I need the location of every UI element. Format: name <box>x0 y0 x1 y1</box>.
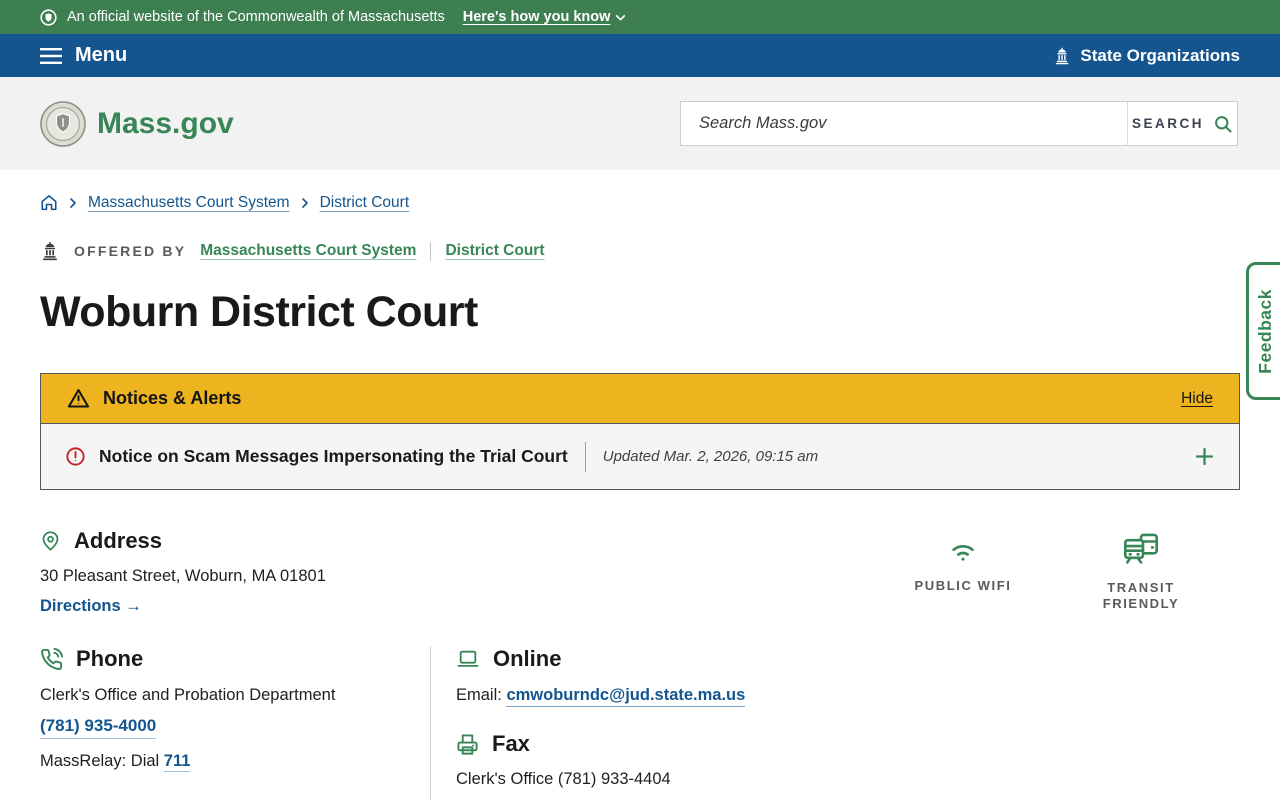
address-block: Address 30 Pleasant Street, Woburn, MA 0… <box>40 528 326 616</box>
transit-friendly-label: TRANSIT FRIENDLY <box>1102 580 1180 611</box>
divider <box>430 241 432 261</box>
breadcrumb-court-system-link[interactable]: Massachusetts Court System <box>88 194 290 212</box>
massrelay-line: MassRelay: Dial 711 <box>40 752 191 772</box>
menu-label: Menu <box>75 44 128 66</box>
massgov-wordmark: Mass.gov <box>97 106 234 140</box>
public-wifi-label: PUBLIC WIFI <box>914 578 1012 593</box>
hamburger-icon <box>40 47 62 65</box>
transit-icon <box>1121 533 1161 567</box>
breadcrumb-district-court-link[interactable]: District Court <box>320 194 410 212</box>
notices-alerts-accordion: Notices & Alerts Hide Notice on Scam Mes… <box>40 373 1240 490</box>
offered-by-row: OFFERED BY Massachusetts Court System Di… <box>40 241 1240 261</box>
notice-updated-text: Updated Mar. 2, 2026, 09:15 am <box>602 448 819 465</box>
state-organizations-label: State Organizations <box>1080 45 1240 65</box>
offered-by-label: OFFERED BY <box>74 243 187 259</box>
alert-circle-icon <box>65 446 86 467</box>
phone-number-link[interactable]: (781) 935-4000 <box>40 716 157 739</box>
search-button[interactable]: SEARCH <box>1127 102 1237 145</box>
state-seal-small-icon <box>40 8 57 26</box>
location-pin-icon <box>40 529 61 553</box>
email-link[interactable]: cmwoburndc@jud.state.ma.us <box>506 686 746 707</box>
expand-notice-button[interactable] <box>1194 446 1215 467</box>
breadcrumb: Massachusetts Court System District Cour… <box>40 194 1240 212</box>
site-header: Mass.gov SEARCH <box>0 77 1280 170</box>
feedback-label: Feedback <box>1255 288 1275 374</box>
address-heading: Address <box>74 528 163 553</box>
official-site-text: An official website of the Commonwealth … <box>67 9 445 25</box>
state-seal-icon <box>40 100 86 147</box>
online-block: Online Email: cmwoburndc@jud.state.ma.us <box>456 646 1240 707</box>
phone-department: Clerk's Office and Probation Department <box>40 686 336 704</box>
address-text: 30 Pleasant Street, Woburn, MA 01801 <box>40 567 326 585</box>
heres-how-you-know-toggle[interactable]: Here's how you know <box>463 9 628 25</box>
capitol-icon <box>1053 47 1071 65</box>
directions-link[interactable]: Directions → <box>40 597 142 616</box>
plus-icon <box>1194 446 1215 467</box>
fax-block: Fax Clerk's Office (781) 933-4404 <box>456 731 1240 789</box>
phone-heading: Phone <box>76 646 144 671</box>
phone-icon <box>40 647 63 671</box>
state-organizations-button[interactable]: State Organizations <box>1053 46 1240 66</box>
wifi-icon <box>943 533 983 565</box>
page-title: Woburn District Court <box>40 288 478 336</box>
facility-badges: PUBLIC WIFI TRANSIT FRIENDLY <box>910 528 1194 616</box>
transit-friendly-badge: TRANSIT FRIENDLY <box>1088 533 1194 616</box>
public-wifi-badge: PUBLIC WIFI <box>910 533 1016 616</box>
notice-row: Notice on Scam Messages Impersonating th… <box>41 423 1239 489</box>
address-section: Address 30 Pleasant Street, Woburn, MA 0… <box>40 528 1240 616</box>
hide-alerts-link[interactable]: Hide <box>1181 390 1213 408</box>
alerts-banner: Notices & Alerts Hide <box>41 374 1239 423</box>
page-content: Massachusetts Court System District Cour… <box>0 194 1280 800</box>
notice-title-link[interactable]: Notice on Scam Messages Impersonating th… <box>99 446 568 467</box>
home-icon <box>40 194 58 212</box>
search-icon <box>1213 114 1233 134</box>
menu-button[interactable]: Menu <box>40 44 127 67</box>
massrelay-711-link[interactable]: 711 <box>163 752 191 772</box>
menu-bar: Menu State Organizations <box>0 34 1280 77</box>
breadcrumb-home-link[interactable] <box>40 194 58 212</box>
fax-icon <box>456 733 479 756</box>
warning-triangle-icon <box>67 387 90 410</box>
laptop-icon <box>456 648 480 670</box>
alerts-banner-title: Notices & Alerts <box>103 388 242 408</box>
fax-number-text: Clerk's Office (781) 933-4404 <box>456 770 671 788</box>
offered-by-district-court-link[interactable]: District Court <box>445 242 544 260</box>
contact-section: Phone Clerk's Office and Probation Depar… <box>40 646 1240 800</box>
site-search: SEARCH <box>680 101 1238 146</box>
utility-bar: An official website of the Commonwealth … <box>0 0 1280 34</box>
fax-heading: Fax <box>492 731 530 756</box>
chevron-down-icon <box>614 11 627 24</box>
email-line: Email: cmwoburndc@jud.state.ma.us <box>456 686 1240 707</box>
phone-block: Phone Clerk's Office and Probation Depar… <box>40 646 430 800</box>
offered-by-court-system-link[interactable]: Massachusetts Court System <box>200 242 416 260</box>
capitol-dark-icon <box>40 241 60 261</box>
massgov-logo[interactable]: Mass.gov <box>40 100 234 147</box>
chevron-right-icon <box>299 197 311 209</box>
online-heading: Online <box>493 646 562 671</box>
divider <box>584 441 586 472</box>
chevron-right-icon <box>67 197 79 209</box>
search-input[interactable] <box>681 102 1127 145</box>
feedback-tab[interactable]: Feedback <box>1246 262 1280 400</box>
